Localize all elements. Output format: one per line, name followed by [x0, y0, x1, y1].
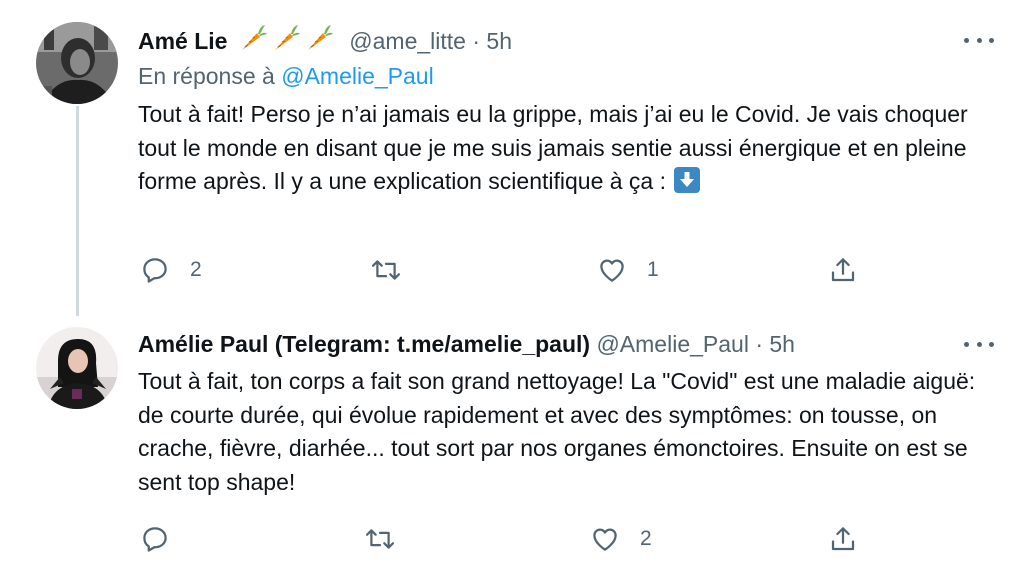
reply-handle-link[interactable]: @Amelie_Paul — [281, 63, 433, 89]
tweet-text: Tout à fait! Perso je n’ai jamais eu la … — [138, 98, 998, 199]
retweet-button[interactable] — [364, 521, 416, 557]
like-button[interactable]: 2 — [590, 521, 652, 557]
timestamp[interactable]: 5h — [769, 331, 795, 357]
carrot-icon — [274, 25, 300, 50]
reply-button[interactable] — [140, 521, 190, 557]
timestamp[interactable]: 5h — [486, 28, 512, 54]
reply-prefix: En réponse à — [138, 63, 275, 89]
separator: · — [755, 331, 763, 357]
reply-button[interactable]: 2 — [140, 252, 202, 288]
carrot-emojis — [238, 23, 337, 60]
tweet-body: Tout à fait! Perso je n’ai jamais eu la … — [138, 101, 968, 194]
share-button[interactable] — [828, 252, 858, 288]
share-button[interactable] — [828, 521, 858, 557]
reply-count: 2 — [190, 258, 202, 281]
more-options-icon[interactable] — [964, 30, 994, 50]
display-name[interactable]: Amé Lie — [138, 28, 227, 54]
carrot-icon — [241, 25, 267, 50]
like-button[interactable]: 1 — [597, 252, 659, 288]
like-count: 2 — [640, 527, 652, 550]
tweet-header: Amé Lie @ame_litte · 5h — [138, 23, 984, 60]
avatar[interactable] — [36, 22, 118, 104]
heart-icon — [600, 259, 624, 282]
tweet-actions: 2 1 — [0, 252, 1024, 292]
retweet-button[interactable] — [370, 252, 422, 288]
display-name[interactable]: Amélie Paul (Telegram: t.me/amelie_paul) — [138, 331, 590, 357]
reply-context: En réponse à @Amelie_Paul — [138, 61, 434, 91]
handle[interactable]: @Amelie_Paul — [596, 331, 748, 357]
carrot-icon — [307, 25, 333, 50]
tweet-header: Amélie Paul (Telegram: t.me/amelie_paul)… — [138, 329, 984, 359]
retweet-icon — [365, 529, 395, 549]
retweet-icon — [371, 260, 401, 280]
down-arrow-emoji-icon — [674, 167, 701, 193]
tweet[interactable]: Amélie Paul (Telegram: t.me/amelie_paul)… — [0, 310, 1024, 570]
share-icon — [831, 527, 855, 551]
like-count: 1 — [647, 258, 659, 281]
reply-icon — [143, 527, 167, 552]
handle[interactable]: @ame_litte — [349, 28, 466, 54]
more-options-icon[interactable] — [964, 334, 994, 354]
tweet-text: Tout à fait, ton corps a fait son grand … — [138, 368, 976, 495]
reply-icon — [143, 258, 167, 283]
tweet[interactable]: Amé Lie @ame_litte · 5h En réponse à @Am… — [0, 0, 1024, 316]
share-icon — [831, 258, 855, 282]
tweet-actions: 2 — [0, 521, 1024, 561]
separator: · — [472, 28, 481, 54]
avatar[interactable] — [36, 327, 118, 409]
heart-icon — [593, 528, 617, 551]
